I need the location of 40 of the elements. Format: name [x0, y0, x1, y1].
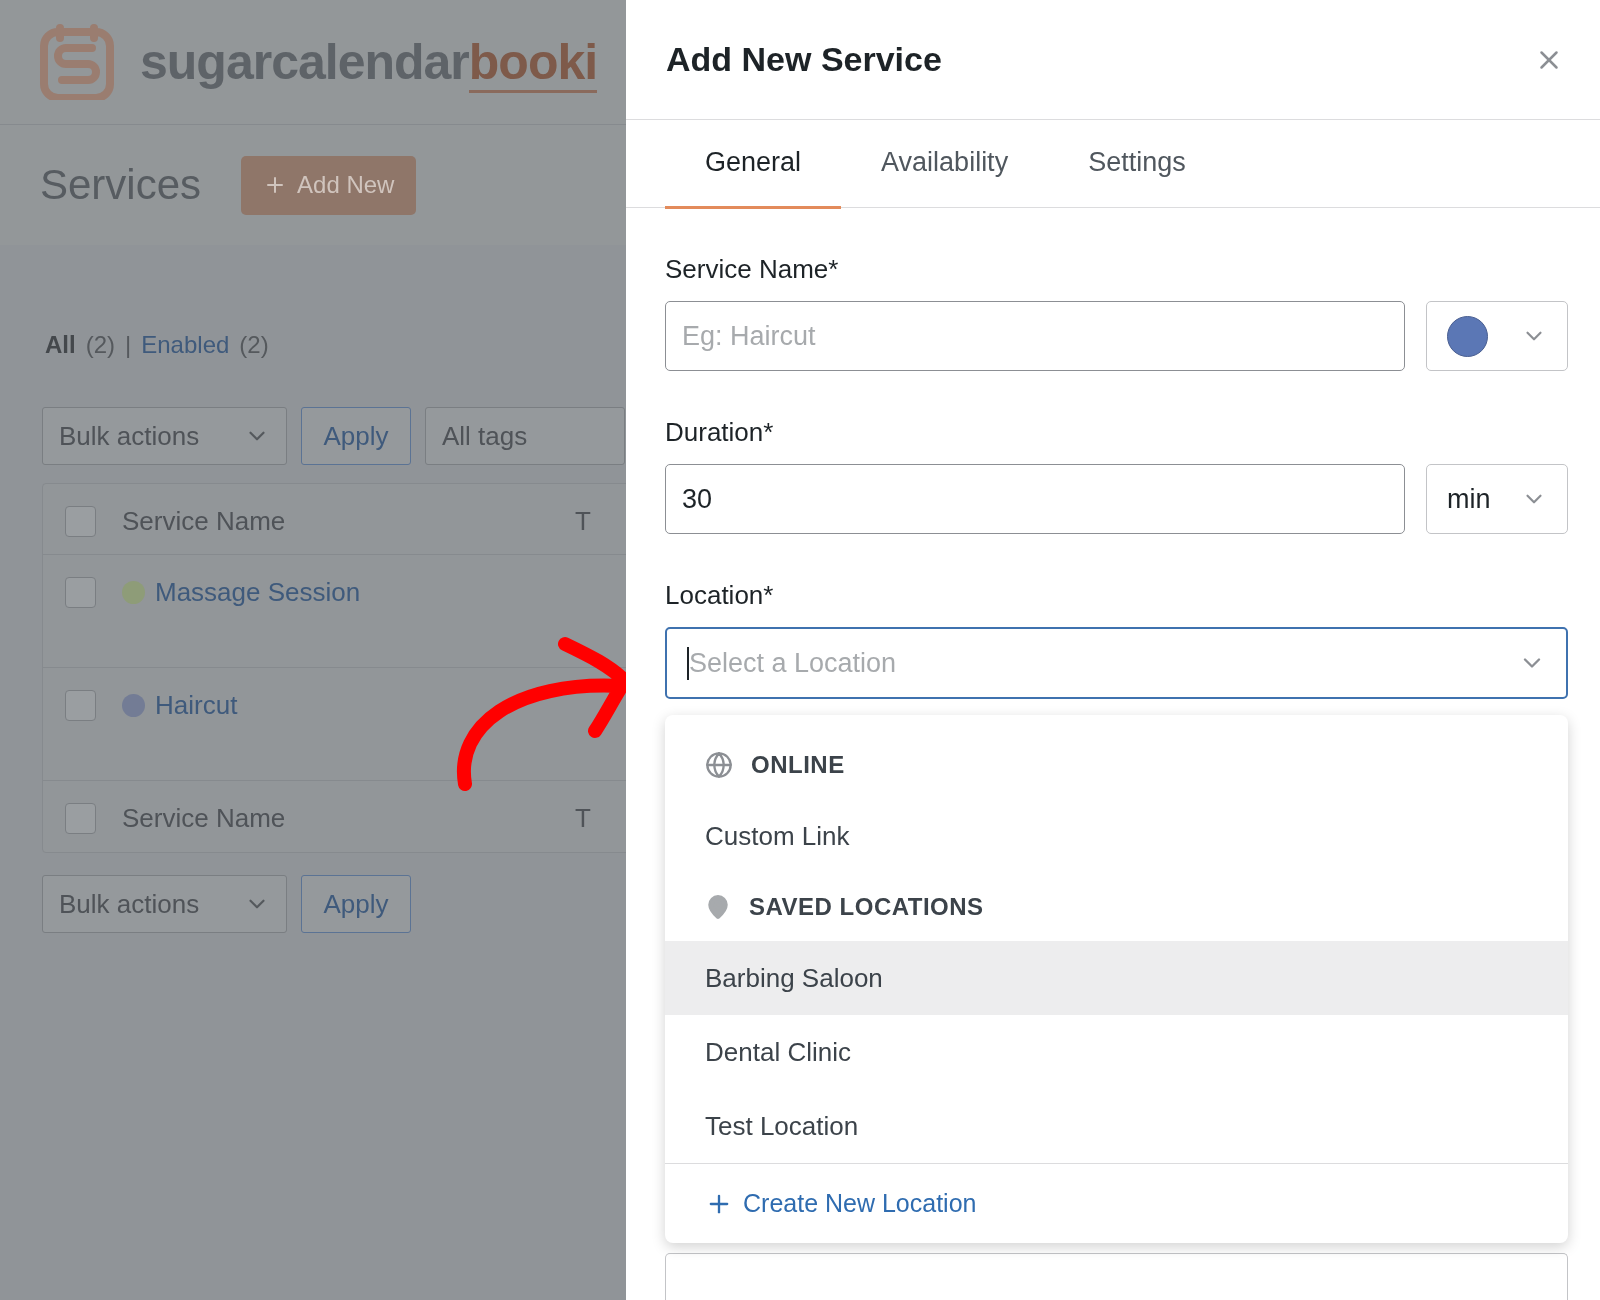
field-label: Service Name*	[665, 254, 840, 285]
column-header: T	[575, 506, 591, 537]
tab[interactable]: Availability	[841, 120, 1049, 209]
field-label: Duration*	[665, 417, 775, 448]
bulk-actions-select[interactable]: Bulk actions	[42, 407, 287, 465]
color-select[interactable]	[1426, 301, 1568, 371]
calendar-logo-icon	[40, 24, 116, 100]
field-label: Location*	[665, 580, 775, 611]
group-heading: ONLINE	[751, 751, 845, 779]
checkbox[interactable]	[65, 803, 96, 834]
duration-field[interactable]: 30	[665, 464, 1405, 534]
service-name-field[interactable]: Eg: Haircut	[665, 301, 1405, 371]
filter-link[interactable]: All	[45, 331, 76, 359]
filter-count: (2)	[85, 331, 115, 359]
brand-accent: booki	[468, 34, 598, 93]
group-heading: SAVED LOCATIONS	[749, 893, 984, 921]
column-header: Service Name	[122, 506, 286, 537]
map-pin-icon	[705, 894, 731, 920]
globe-icon	[705, 751, 733, 779]
tab[interactable]: Settings	[1048, 120, 1226, 209]
unit-select[interactable]: min	[1426, 464, 1568, 534]
location-option[interactable]: Custom Link	[665, 799, 1568, 873]
checkbox[interactable]	[65, 506, 96, 537]
bulk-actions-select[interactable]: Bulk actions	[42, 875, 287, 933]
checkbox[interactable]	[65, 577, 96, 608]
checkbox[interactable]	[65, 690, 96, 721]
location-select[interactable]: Select a Location	[665, 627, 1568, 699]
location-option[interactable]: Barbing Saloon	[665, 941, 1568, 1015]
page-title: Services	[40, 161, 202, 209]
create-location-link[interactable]: Create New Location	[665, 1163, 1568, 1243]
panel-title: Add New Service	[666, 40, 942, 79]
filter-separator: |	[125, 331, 132, 359]
filter-count: (2)	[239, 331, 269, 359]
column-header: T	[575, 803, 591, 834]
location-option[interactable]: Dental Clinic	[665, 1015, 1568, 1089]
tab[interactable]: General	[665, 120, 842, 209]
text-area-field[interactable]	[665, 1253, 1568, 1300]
location-option[interactable]: Test Location	[665, 1089, 1568, 1163]
column-header: Service Name	[122, 803, 286, 834]
tags-select[interactable]: All tags	[425, 407, 625, 465]
